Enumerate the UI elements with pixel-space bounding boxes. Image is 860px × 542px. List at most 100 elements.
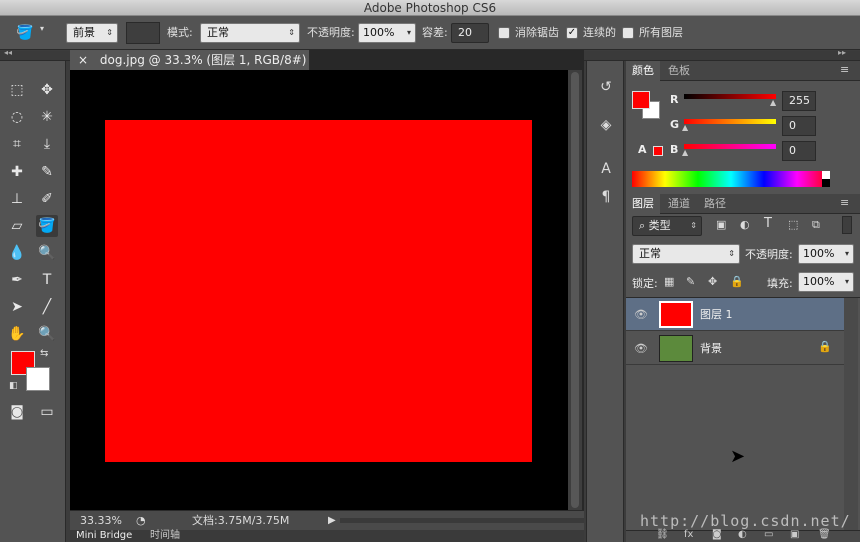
- tab-paths[interactable]: 路径: [698, 194, 732, 214]
- color-spectrum-ramp[interactable]: [632, 171, 830, 187]
- ramp-black-swatch[interactable]: [822, 179, 830, 187]
- fill-input[interactable]: 100% ▾: [798, 272, 854, 292]
- lock-transparent-icon[interactable]: ▦: [664, 275, 674, 288]
- blend-mode-select[interactable]: 正常 ⇕: [632, 244, 740, 264]
- 3d-panel-icon[interactable]: ◈: [596, 115, 616, 135]
- r-slider-handle-icon[interactable]: ▲: [770, 98, 776, 107]
- r-slider[interactable]: [684, 94, 776, 99]
- default-colors-icon[interactable]: ◧: [9, 381, 18, 391]
- brush-tool-icon[interactable]: ✎: [36, 161, 58, 183]
- pen-tool-icon[interactable]: ✒: [6, 269, 28, 291]
- healing-brush-tool-icon[interactable]: ✚: [6, 161, 28, 183]
- ramp-white-swatch[interactable]: [822, 171, 830, 179]
- tab-layers[interactable]: 图层: [626, 194, 660, 214]
- history-panel-icon[interactable]: ↺: [596, 77, 616, 97]
- b-value-input[interactable]: 0: [782, 141, 816, 161]
- scroll-thumb[interactable]: [571, 72, 579, 508]
- filter-adjustment-icon[interactable]: ◐: [740, 218, 750, 231]
- filter-shape-icon[interactable]: ⬚: [788, 218, 798, 231]
- lock-all-icon[interactable]: 🔒: [730, 275, 744, 288]
- paint-bucket-tool-icon[interactable]: 🪣: [36, 215, 58, 237]
- all-layers-checkbox[interactable]: [622, 27, 634, 39]
- tab-swatches[interactable]: 色板: [662, 61, 696, 81]
- filter-pixel-icon[interactable]: ▣: [716, 218, 726, 231]
- gamut-color-swatch[interactable]: [653, 146, 663, 156]
- opacity-input[interactable]: 100% ▾: [358, 23, 416, 43]
- status-menu-arrow-icon[interactable]: ▶: [328, 512, 336, 530]
- layer-name[interactable]: 背景: [700, 340, 722, 356]
- filter-toggle-switch[interactable]: [842, 216, 852, 234]
- layer-opacity-input[interactable]: 100% ▾: [798, 244, 854, 264]
- move-tool-icon[interactable]: ✥: [36, 79, 58, 101]
- swap-colors-icon[interactable]: ⇆: [40, 348, 48, 359]
- tab-mini-bridge[interactable]: Mini Bridge: [76, 530, 132, 542]
- vertical-scrollbar[interactable]: [568, 70, 582, 510]
- document-canvas[interactable]: [105, 120, 532, 462]
- horizontal-scrollbar[interactable]: [340, 518, 584, 523]
- layer-row-background[interactable]: 👁 背景 🔒: [626, 332, 844, 365]
- visibility-eye-icon[interactable]: 👁: [634, 308, 648, 321]
- add-mask-icon[interactable]: ◙: [712, 529, 722, 540]
- zoom-level[interactable]: 33.33%: [80, 512, 122, 530]
- panel-menu-icon[interactable]: ≡: [840, 63, 849, 76]
- b-slider-handle-icon[interactable]: ▲: [682, 148, 688, 157]
- fill-source-select[interactable]: 前景 ⇕: [66, 23, 118, 43]
- character-panel-icon[interactable]: A: [596, 159, 616, 179]
- layer-filter-select[interactable]: ⌕ 类型 ⇕: [632, 216, 702, 236]
- contiguous-checkbox[interactable]: ✓: [566, 27, 578, 39]
- eyedropper-tool-icon[interactable]: ⤓: [36, 133, 58, 155]
- visibility-eye-icon[interactable]: 👁: [634, 342, 648, 355]
- magic-wand-tool-icon[interactable]: ✳: [36, 106, 58, 128]
- tab-channels[interactable]: 通道: [662, 194, 696, 214]
- hand-tool-icon[interactable]: ✋: [6, 323, 28, 345]
- anti-alias-checkbox[interactable]: [498, 27, 510, 39]
- layer-style-icon[interactable]: fx: [684, 529, 693, 540]
- close-tab-icon[interactable]: ×: [78, 53, 88, 67]
- screen-mode-icon[interactable]: ▭: [36, 401, 58, 423]
- filter-type-icon[interactable]: T: [764, 216, 772, 231]
- delete-layer-icon[interactable]: 🗑: [818, 529, 831, 540]
- b-slider[interactable]: [684, 144, 776, 149]
- background-color-swatch[interactable]: [26, 367, 50, 391]
- stamp-tool-icon[interactable]: ⊥: [6, 188, 28, 210]
- lock-position-icon[interactable]: ✥: [708, 275, 717, 288]
- gamut-warning-icon[interactable]: A: [638, 143, 647, 156]
- layer-row-layer-1[interactable]: 👁 图层 1: [626, 298, 844, 331]
- new-layer-icon[interactable]: ▣: [790, 529, 799, 540]
- tab-timeline[interactable]: 时间轴: [150, 530, 180, 542]
- crop-tool-icon[interactable]: ⌗: [6, 133, 28, 155]
- blur-tool-icon[interactable]: 💧: [6, 242, 28, 264]
- path-selection-tool-icon[interactable]: ➤: [6, 296, 28, 318]
- g-slider-handle-icon[interactable]: ▲: [682, 123, 688, 132]
- paragraph-panel-icon[interactable]: ¶: [596, 187, 616, 207]
- history-brush-tool-icon[interactable]: ✐: [36, 188, 58, 210]
- panel-menu-icon[interactable]: ≡: [840, 196, 849, 209]
- g-slider[interactable]: [684, 119, 776, 124]
- document-tab[interactable]: × dog.jpg @ 33.3% (图层 1, RGB/8#) *: [70, 50, 310, 87]
- status-info-icon[interactable]: ◔: [136, 512, 146, 530]
- layer-name[interactable]: 图层 1: [700, 306, 733, 322]
- quick-mask-icon[interactable]: ◙: [6, 401, 28, 423]
- dodge-tool-icon[interactable]: 🔍: [36, 242, 58, 264]
- expand-icon[interactable]: ▸▸: [838, 48, 846, 57]
- tab-color[interactable]: 颜色: [626, 61, 660, 81]
- lock-pixels-icon[interactable]: ✎: [686, 275, 695, 288]
- lasso-tool-icon[interactable]: ◌: [6, 106, 28, 128]
- new-group-icon[interactable]: ▭: [764, 529, 773, 540]
- link-layers-icon[interactable]: ⛓: [656, 529, 669, 540]
- line-tool-icon[interactable]: ╱: [36, 296, 58, 318]
- zoom-tool-icon[interactable]: 🔍: [36, 323, 58, 345]
- filter-smart-object-icon[interactable]: ⧉: [812, 218, 820, 232]
- tolerance-input[interactable]: 20: [451, 23, 489, 43]
- type-tool-icon[interactable]: T: [36, 269, 58, 291]
- chevron-down-icon[interactable]: ▾: [40, 24, 44, 33]
- marquee-tool-icon[interactable]: ⬚: [6, 79, 28, 101]
- r-value-input[interactable]: 255: [782, 91, 816, 111]
- paint-bucket-tool-preset-icon[interactable]: 🪣: [14, 22, 36, 44]
- eraser-tool-icon[interactable]: ▱: [6, 215, 28, 237]
- layers-scrollbar[interactable]: [844, 298, 858, 530]
- collapse-icon[interactable]: ◂◂: [4, 48, 12, 57]
- g-value-input[interactable]: 0: [782, 116, 816, 136]
- pattern-picker[interactable]: [126, 22, 160, 44]
- mode-select[interactable]: 正常 ⇕: [200, 23, 300, 43]
